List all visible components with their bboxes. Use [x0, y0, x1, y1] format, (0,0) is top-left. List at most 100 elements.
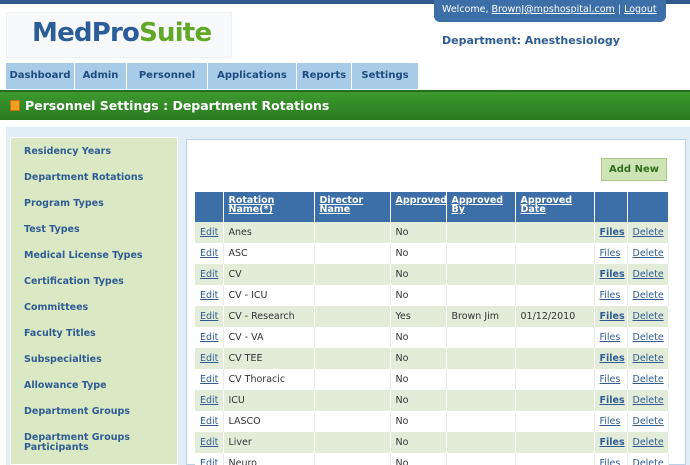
files-link[interactable]: Files	[594, 264, 628, 285]
director-name-cell	[314, 327, 391, 348]
sidebar-item-medical-license-types[interactable]: Medical License Types	[24, 251, 164, 261]
files-link[interactable]: Files	[594, 348, 628, 369]
files-link[interactable]: Files	[594, 243, 628, 264]
approved-date-cell	[515, 285, 595, 306]
header-approved-by[interactable]: Approved By	[446, 192, 516, 222]
edit-link[interactable]: Edit	[195, 327, 224, 348]
edit-link[interactable]: Edit	[195, 432, 224, 453]
delete-link[interactable]: Delete	[627, 453, 669, 465]
page-title-bar: Personnel Settings : Department Rotation…	[0, 90, 690, 120]
edit-link[interactable]: Edit	[195, 222, 224, 243]
delete-link[interactable]: Delete	[627, 327, 669, 348]
sidebar-item-subspecialties[interactable]: Subspecialties	[24, 355, 164, 365]
add-new-button[interactable]: Add New	[601, 158, 667, 181]
sidebar-item-department-groups-participants[interactable]: Department Groups Participants	[24, 433, 164, 453]
tab-applications[interactable]: Applications	[208, 63, 297, 89]
files-link[interactable]: Files	[594, 432, 628, 453]
table-row: Edit ASC No Files Delete	[195, 243, 669, 264]
edit-link[interactable]: Edit	[195, 264, 224, 285]
files-link[interactable]: Files	[594, 285, 628, 306]
tab-settings[interactable]: Settings	[352, 63, 419, 89]
director-name-cell	[314, 306, 391, 327]
table-row: Edit CV - VA No Files Delete	[195, 327, 669, 348]
delete-link[interactable]: Delete	[627, 285, 669, 306]
delete-link[interactable]: Delete	[627, 222, 669, 243]
delete-link[interactable]: Delete	[627, 348, 669, 369]
logout-link[interactable]: Logout	[624, 4, 657, 15]
edit-link[interactable]: Edit	[195, 306, 224, 327]
delete-link[interactable]: Delete	[627, 243, 669, 264]
user-email-link[interactable]: BrownJ@mpshospital.com	[492, 4, 615, 15]
delete-link[interactable]: Delete	[627, 432, 669, 453]
approved-cell: No	[390, 411, 447, 432]
welcome-separator: |	[617, 4, 622, 15]
files-link[interactable]: Files	[594, 327, 628, 348]
sidebar-item-residency-years[interactable]: Residency Years	[24, 147, 164, 157]
table-row: Edit Neuro No Files Delete	[195, 453, 669, 465]
approved-cell: No	[390, 432, 447, 453]
edit-link[interactable]: Edit	[195, 285, 224, 306]
approved-by-cell	[446, 411, 516, 432]
director-name-cell	[314, 285, 391, 306]
sidebar-item-faculty-titles[interactable]: Faculty Titles	[24, 329, 164, 339]
approved-date-cell	[515, 432, 595, 453]
app-logo[interactable]: MedProSuite	[32, 18, 212, 48]
edit-link[interactable]: Edit	[195, 369, 224, 390]
edit-link[interactable]: Edit	[195, 243, 224, 264]
table-row: Edit CV TEE No Files Delete	[195, 348, 669, 369]
sidebar-item-certification-types[interactable]: Certification Types	[24, 277, 164, 287]
delete-link[interactable]: Delete	[627, 390, 669, 411]
approved-date-cell	[515, 327, 595, 348]
approved-by-cell	[446, 285, 516, 306]
tab-dashboard[interactable]: Dashboard	[6, 63, 75, 89]
director-name-cell	[314, 264, 391, 285]
sidebar-item-committees[interactable]: Committees	[24, 303, 164, 313]
header-approved[interactable]: Approved	[390, 192, 447, 222]
tab-personnel[interactable]: Personnel	[127, 63, 208, 89]
edit-link[interactable]: Edit	[195, 390, 224, 411]
approved-cell: No	[390, 285, 447, 306]
table-row: Edit CV - Research Yes Brown Jim 01/12/2010 F…	[195, 306, 669, 327]
sidebar-item-allowance-type[interactable]: Allowance Type	[24, 381, 164, 391]
table-row: Edit CV Thoracic No Files Delete	[195, 369, 669, 390]
rotation-name-cell: Anes	[223, 222, 315, 243]
tab-admin[interactable]: Admin	[75, 63, 127, 89]
table-body: Edit Anes No Files Delete Edit ASC No Files Delet…	[195, 222, 669, 465]
header-rotation-name[interactable]: Rotation Name(*)	[223, 192, 315, 222]
approved-by-cell: Brown Jim	[446, 306, 516, 327]
sidebar-item-department-rotations[interactable]: Department Rotations	[24, 173, 164, 183]
sidebar-item-test-types[interactable]: Test Types	[24, 225, 164, 235]
files-link[interactable]: Files	[594, 222, 628, 243]
approved-cell: No	[390, 327, 447, 348]
header-delete	[627, 192, 669, 222]
director-name-cell	[314, 411, 391, 432]
director-name-cell	[314, 390, 391, 411]
sidebar-item-department-groups[interactable]: Department Groups	[24, 407, 164, 417]
approved-date-cell	[515, 348, 595, 369]
director-name-cell	[314, 222, 391, 243]
delete-link[interactable]: Delete	[627, 306, 669, 327]
files-link[interactable]: Files	[594, 411, 628, 432]
edit-link[interactable]: Edit	[195, 411, 224, 432]
logo-text-medpro: MedPro	[32, 18, 140, 48]
files-link[interactable]: Files	[594, 390, 628, 411]
rotation-name-cell: Neuro	[223, 453, 315, 465]
delete-link[interactable]: Delete	[627, 264, 669, 285]
rotation-name-cell: CV Thoracic	[223, 369, 315, 390]
files-link[interactable]: Files	[594, 369, 628, 390]
edit-link[interactable]: Edit	[195, 453, 224, 465]
approved-by-cell	[446, 264, 516, 285]
welcome-bar: Welcome, BrownJ@mpshospital.com | Logout	[434, 0, 666, 22]
edit-link[interactable]: Edit	[195, 348, 224, 369]
delete-link[interactable]: Delete	[627, 411, 669, 432]
sidebar-item-program-types[interactable]: Program Types	[24, 199, 164, 209]
files-link[interactable]: Files	[594, 306, 628, 327]
rotation-name-cell: LASCO	[223, 411, 315, 432]
header-director-name[interactable]: Director Name	[314, 192, 391, 222]
delete-link[interactable]: Delete	[627, 369, 669, 390]
logo-text-suite: Suite	[139, 18, 212, 48]
tab-reports[interactable]: Reports	[297, 63, 352, 89]
files-link[interactable]: Files	[594, 453, 628, 465]
rotation-name-cell: CV - Research	[223, 306, 315, 327]
header-approved-date[interactable]: Approved Date	[515, 192, 595, 222]
